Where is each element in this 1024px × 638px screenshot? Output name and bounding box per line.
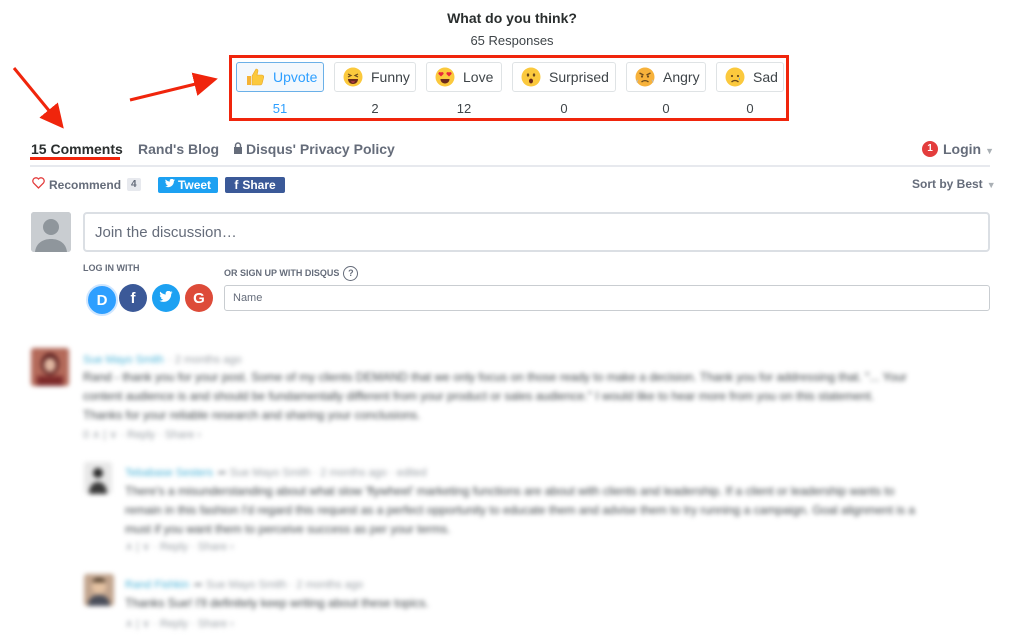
comment-body: Rand - thank you for your post. Some of … [83, 368, 993, 425]
reaction-label: Sad [753, 69, 778, 85]
facebook-icon: f [130, 289, 136, 307]
comment-line: remain in this fashion I'd regard this r… [125, 503, 916, 517]
comment-header: Sue Mayo Smith · 2 months ago [83, 350, 242, 368]
google-login-button[interactable]: G [185, 284, 213, 312]
notification-badge[interactable]: 1 [922, 141, 938, 157]
comment-author[interactable]: Tebabase Sesters [125, 467, 213, 479]
thumbs-up-icon [245, 67, 265, 87]
reaction-sad-button[interactable]: Sad [716, 62, 784, 92]
comment-header: Tebabase Sesters ➦ Sue Mayo Smith · 2 mo… [125, 463, 427, 481]
arrow-to-reactions [129, 72, 218, 102]
recommend-count: 4 [127, 178, 141, 191]
chevron-down-icon: ▼ [986, 180, 996, 190]
reaction-count-surprised: 0 [560, 101, 568, 116]
share-label: Share [242, 178, 276, 192]
twitter-bird-icon [159, 290, 173, 307]
privacy-label: Disqus' Privacy Policy [246, 141, 395, 157]
signup-label: OR SIGN UP WITH DISQUS? [224, 266, 359, 281]
name-field[interactable]: Name [224, 285, 990, 311]
login-with-label: LOG IN WITH [83, 263, 140, 273]
angry-face-icon [635, 67, 655, 87]
google-icon: G [193, 289, 205, 307]
heart-icon [32, 177, 45, 192]
comment-actions[interactable]: ∧ | ∨ · Reply · Share › [125, 617, 234, 630]
recommend-button[interactable]: Recommend 4 [32, 177, 141, 192]
name-placeholder: Name [233, 292, 263, 304]
annotation-underline [30, 157, 120, 160]
reaction-count-sad: 0 [746, 101, 754, 116]
comment-body: There's a misunderstanding about what sl… [125, 482, 995, 539]
sad-face-icon [725, 67, 745, 87]
nav-divider [30, 165, 990, 167]
facebook-icon: f [234, 178, 239, 192]
comment-body: Thanks Sue! I'll definitely keep writing… [125, 594, 995, 613]
facebook-login-button[interactable]: f [119, 284, 147, 312]
comment-meta: ➦ Sue Mayo Smith · 2 months ago [193, 579, 364, 591]
surprised-face-icon [521, 67, 541, 87]
facebook-share-button[interactable]: f Share [225, 177, 285, 193]
comment-placeholder: Join the discussion… [95, 223, 237, 241]
reactions-title: What do you think? [447, 10, 577, 26]
comment-header: Rand Fishkin ➦ Sue Mayo Smith · 2 months… [125, 575, 363, 593]
twitter-bird-icon [164, 178, 175, 191]
reaction-surprised-button[interactable]: Surprised [512, 62, 616, 92]
reaction-count-angry: 0 [662, 101, 670, 116]
arrow-to-comments [12, 67, 64, 129]
sort-label: Sort by Best [912, 177, 983, 191]
comment-avatar[interactable] [84, 574, 114, 606]
reaction-label: Funny [371, 69, 410, 85]
lock-icon [233, 141, 243, 157]
twitter-login-button[interactable] [152, 284, 180, 312]
comment-line: content audience is and should be fundam… [83, 389, 875, 403]
disqus-login-button[interactable]: D [86, 284, 118, 316]
tweet-label: Tweet [177, 178, 212, 192]
reaction-label: Upvote [273, 69, 318, 85]
comment-line: Thanks for your reliable research and sh… [83, 408, 421, 422]
login-button[interactable]: Login ▼ [943, 141, 994, 157]
comment-actions[interactable]: 0 ∧ | ∨ · Reply · Share › [83, 428, 201, 441]
reaction-label: Surprised [549, 69, 609, 85]
reaction-angry-button[interactable]: Angry [626, 62, 706, 92]
reaction-love-button[interactable]: Love [426, 62, 502, 92]
sort-dropdown[interactable]: Sort by Best ▼ [912, 177, 996, 191]
tab-blog[interactable]: Rand's Blog [138, 141, 219, 157]
help-icon[interactable]: ? [343, 266, 359, 281]
comment-meta: · 2 months ago [168, 354, 242, 366]
recommend-label: Recommend [49, 177, 122, 192]
reaction-count-funny: 2 [371, 101, 379, 116]
reaction-count-love: 12 [456, 101, 472, 116]
tab-privacy-policy[interactable]: Disqus' Privacy Policy [233, 141, 395, 157]
reaction-label: Love [463, 69, 494, 85]
comment-avatar[interactable] [84, 462, 112, 494]
comment-line: There's a misunderstanding about what sl… [125, 484, 895, 498]
disqus-icon: D [96, 291, 108, 309]
reaction-funny-button[interactable]: Funny [334, 62, 416, 92]
tweet-button[interactable]: Tweet [158, 177, 218, 193]
comment-author[interactable]: Sue Mayo Smith [83, 354, 164, 366]
chevron-down-icon: ▼ [985, 146, 995, 156]
user-avatar-placeholder [31, 212, 71, 252]
reaction-count-upvote: 51 [272, 101, 288, 116]
responses-count: 65 Responses [470, 33, 554, 48]
comment-actions[interactable]: ∧ | ∨ · Reply · Share › [125, 540, 234, 553]
reaction-label: Angry [663, 69, 700, 85]
laughing-face-icon [343, 67, 363, 87]
comment-author[interactable]: Rand Fishkin [125, 579, 189, 591]
tab-comments[interactable]: 15 Comments [31, 141, 123, 157]
comment-line: Thanks Sue! I'll definitely keep writing… [125, 596, 429, 610]
comment-input[interactable]: Join the discussion… [83, 212, 990, 252]
comment-avatar[interactable] [31, 348, 69, 386]
reaction-upvote-button[interactable]: Upvote [236, 62, 324, 92]
comment-line: Rand - thank you for your post. Some of … [83, 370, 907, 384]
signup-text: OR SIGN UP WITH DISQUS [224, 267, 340, 278]
comment-meta: ➦ Sue Mayo Smith · 2 months ago · edited [217, 467, 427, 479]
comment-line: must if you want them to perceive succes… [125, 522, 451, 536]
heart-eyes-face-icon [435, 67, 455, 87]
login-label: Login [943, 141, 982, 157]
